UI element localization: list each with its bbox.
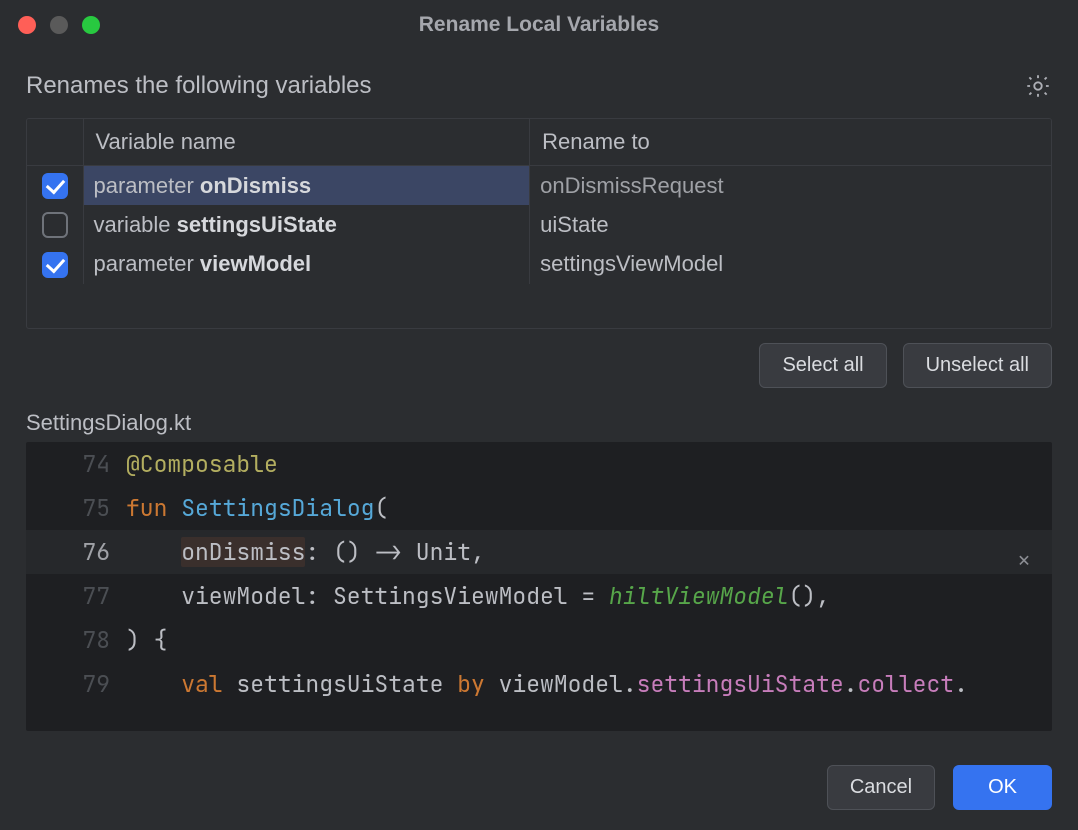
code-line: @Composable [124,442,1052,486]
column-rename-to: Rename to [530,119,1051,166]
rename-value[interactable]: uiState [540,212,609,237]
unselect-all-button[interactable]: Unselect all [903,343,1052,388]
window-title: Rename Local Variables [0,13,1078,37]
dialog-window: Rename Local Variables Renames the follo… [0,0,1078,830]
select-all-button[interactable]: Select all [759,343,886,388]
dialog-content: Renames the following variables Variable… [0,50,1078,749]
rename-value[interactable]: settingsViewModel [540,251,723,276]
gutter-line-number: 75 [26,486,124,530]
preview-filename: SettingsDialog.kt [26,410,1052,436]
close-preview-icon[interactable]: ✕ [1018,538,1030,582]
titlebar: Rename Local Variables [0,0,1078,50]
checkbox-header [27,119,83,166]
row-checkbox[interactable] [42,212,68,238]
code-line: onDismiss: () -> Unit, [124,530,1052,574]
table-row[interactable]: parameter onDismiss [27,166,1051,206]
cancel-button[interactable]: Cancel [827,765,935,810]
ok-button[interactable]: OK [953,765,1052,810]
variable-label: parameter viewModel [94,251,312,276]
code-line: fun SettingsDialog( [124,486,1052,530]
dialog-footer: Cancel OK [0,749,1078,830]
gutter-line-number: 76 [26,530,124,574]
code-line: ) { [124,618,1052,662]
code-preview: ✕ 74 @Composable 75 fun SettingsDialog( … [26,442,1052,731]
variable-label: parameter onDismiss [94,173,312,198]
dialog-subtitle: Renames the following variables [26,72,372,100]
code-line: viewModel: SettingsViewModel = hiltViewM… [124,574,1052,618]
column-variable-name: Variable name [83,119,530,166]
table-row[interactable]: parameter viewModel settingsViewModel [27,244,1051,283]
rename-table: Variable name Rename to parameter onDism… [26,118,1052,329]
row-checkbox[interactable] [42,252,68,278]
variable-label: variable settingsUiState [94,212,337,237]
table-empty-row [27,284,1051,328]
table-row[interactable]: variable settingsUiState uiState [27,205,1051,244]
rename-input[interactable] [540,173,1041,199]
gutter-line-number: 78 [26,618,124,662]
gutter-line-number: 79 [26,662,124,706]
gear-icon[interactable] [1024,72,1052,100]
gutter-line-number: 77 [26,574,124,618]
gutter-line-number: 74 [26,442,124,486]
row-checkbox[interactable] [42,173,68,199]
code-line: val settingsUiState by viewModel.setting… [124,662,1052,706]
